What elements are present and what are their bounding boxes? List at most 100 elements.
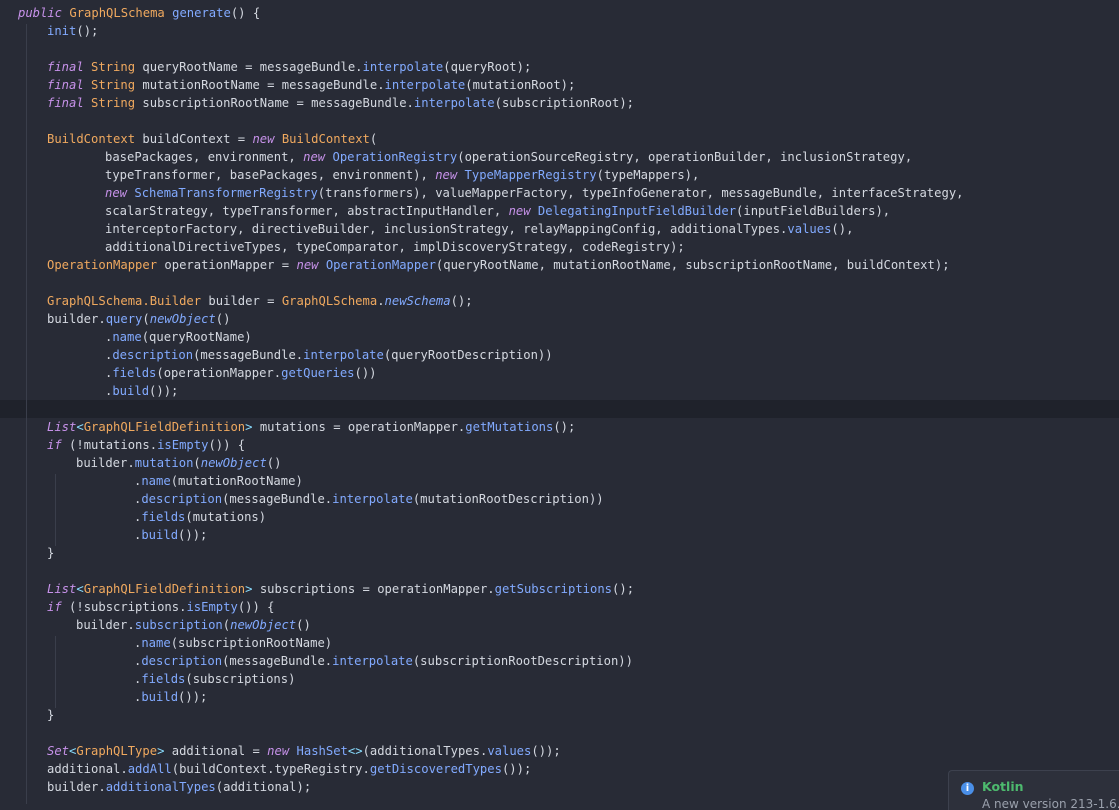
code-line[interactable] [0, 40, 1119, 58]
code-token: OperationMapper [325, 258, 436, 272]
code-token: interpolate [303, 348, 384, 362]
code-token: () [296, 618, 311, 632]
code-line[interactable]: .fields(subscriptions) [0, 670, 1119, 688]
code-token: build [141, 528, 179, 542]
code-line[interactable]: List<GraphQLFieldDefinition> subscriptio… [0, 580, 1119, 598]
code-token: newObject [230, 618, 297, 632]
code-token: generate [172, 6, 231, 20]
code-token: final [47, 78, 84, 92]
code-line[interactable]: .description(messageBundle.interpolate(q… [0, 346, 1119, 364]
code-line[interactable] [0, 400, 1119, 418]
code-token: getQueries [281, 366, 355, 380]
code-token: builder. [76, 618, 135, 632]
code-token: < [76, 420, 84, 434]
code-line[interactable]: .build()); [0, 688, 1119, 706]
code-token: fields [141, 510, 186, 524]
code-line[interactable]: BuildContext buildContext = new BuildCon… [0, 130, 1119, 148]
code-token: <> [347, 744, 363, 758]
code-line[interactable]: interceptorFactory, directiveBuilder, in… [0, 220, 1119, 238]
code-line[interactable]: Set<GraphQLType> additional = new HashSe… [0, 742, 1119, 760]
code-line[interactable]: .build()); [0, 382, 1119, 400]
code-token: List [47, 582, 77, 596]
code-line[interactable]: final String subscriptionRootName = mess… [0, 94, 1119, 112]
code-line[interactable]: .description(messageBundle.interpolate(s… [0, 652, 1119, 670]
kotlin-update-notification[interactable]: i Kotlin A new version 213-1.6. [948, 770, 1119, 810]
code-line[interactable]: .fields(operationMapper.getQueries()) [0, 364, 1119, 382]
code-token: DelegatingInputFieldBuilder [537, 204, 737, 218]
code-token: (!subscriptions. [61, 600, 187, 614]
code-token: new [105, 186, 128, 200]
code-line[interactable]: .name(subscriptionRootName) [0, 634, 1119, 652]
code-token: isEmpty [157, 438, 209, 452]
code-token: interpolate [332, 492, 413, 506]
code-token: (additionalTypes. [362, 744, 488, 758]
code-line[interactable]: } [0, 544, 1119, 562]
code-token: (queryRoot); [443, 60, 532, 74]
code-token: fields [112, 366, 157, 380]
code-line[interactable]: scalarStrategy, typeTransformer, abstrac… [0, 202, 1119, 220]
code-line[interactable]: .description(messageBundle.interpolate(m… [0, 490, 1119, 508]
code-token: queryRootName = messageBundle. [135, 60, 363, 74]
code-token: GraphQLSchema [281, 294, 378, 308]
code-line[interactable]: List<GraphQLFieldDefinition> mutations =… [0, 418, 1119, 436]
code-token: new [296, 258, 319, 272]
code-token: String [91, 78, 136, 92]
code-line[interactable]: builder.query(newObject() [0, 310, 1119, 328]
code-line[interactable]: final String queryRootName = messageBund… [0, 58, 1119, 76]
code-token: init [47, 24, 77, 38]
code-line[interactable] [0, 112, 1119, 130]
code-token: (operationSourceRegistry, operationBuild… [457, 150, 913, 164]
code-line[interactable]: new SchemaTransformerRegistry(transforme… [0, 184, 1119, 202]
code-token: new [267, 744, 290, 758]
code-token: description [141, 654, 223, 668]
code-line[interactable]: OperationMapper operationMapper = new Op… [0, 256, 1119, 274]
code-line[interactable]: .name(queryRootName) [0, 328, 1119, 346]
code-token: (queryRootDescription)) [383, 348, 553, 362]
code-token: build [141, 690, 179, 704]
code-token: name [112, 330, 142, 344]
code-token: additionalTypes [105, 780, 216, 794]
code-token: if [47, 600, 62, 614]
code-line[interactable]: } [0, 706, 1119, 724]
code-line[interactable]: builder.subscription(newObject() [0, 616, 1119, 634]
code-editor[interactable]: public GraphQLSchema generate() {init();… [0, 0, 1119, 809]
code-token: if [47, 438, 62, 452]
code-token: name [141, 636, 171, 650]
code-line[interactable]: .build()); [0, 526, 1119, 544]
code-token: (queryRootName) [141, 330, 252, 344]
code-line[interactable]: typeTransformer, basePackages, environme… [0, 166, 1119, 184]
code-token: typeTransformer, basePackages, environme… [105, 168, 436, 182]
code-token: final [47, 96, 84, 110]
code-token: String [91, 96, 136, 110]
code-line[interactable]: if (!mutations.isEmpty()) { [0, 436, 1119, 454]
code-line[interactable]: GraphQLSchema.Builder builder = GraphQLS… [0, 292, 1119, 310]
code-line[interactable]: final String mutationRootName = messageB… [0, 76, 1119, 94]
code-token: basePackages, environment, [105, 150, 304, 164]
code-token: builder = [201, 294, 282, 308]
code-line[interactable]: init(); [0, 22, 1119, 40]
code-line[interactable]: .name(mutationRootName) [0, 472, 1119, 490]
code-token: GraphQLSchema.Builder [47, 294, 202, 308]
indent-guide [26, 24, 27, 804]
code-line[interactable] [0, 562, 1119, 580]
code-line[interactable]: additionalDirectiveTypes, typeComparator… [0, 238, 1119, 256]
code-token: ()) [354, 366, 377, 380]
code-line[interactable] [0, 274, 1119, 292]
code-token: GraphQLFieldDefinition [83, 420, 246, 434]
code-token: (subscriptionRootName) [170, 636, 333, 650]
code-token: BuildContext [47, 132, 136, 146]
code-line[interactable] [0, 724, 1119, 742]
code-token: values [487, 744, 532, 758]
code-line[interactable]: if (!subscriptions.isEmpty()) { [0, 598, 1119, 616]
code-token: interpolate [362, 60, 444, 74]
code-line[interactable]: public GraphQLSchema generate() { [0, 4, 1119, 22]
code-token: getMutations [465, 420, 554, 434]
code-token: (mutationRoot); [465, 78, 576, 92]
info-icon: i [961, 782, 974, 795]
code-line[interactable]: builder.mutation(newObject() [0, 454, 1119, 472]
code-line[interactable]: .fields(mutations) [0, 508, 1119, 526]
code-line[interactable]: basePackages, environment, new Operation… [0, 148, 1119, 166]
notification-body: A new version 213-1.6. [982, 797, 1119, 810]
